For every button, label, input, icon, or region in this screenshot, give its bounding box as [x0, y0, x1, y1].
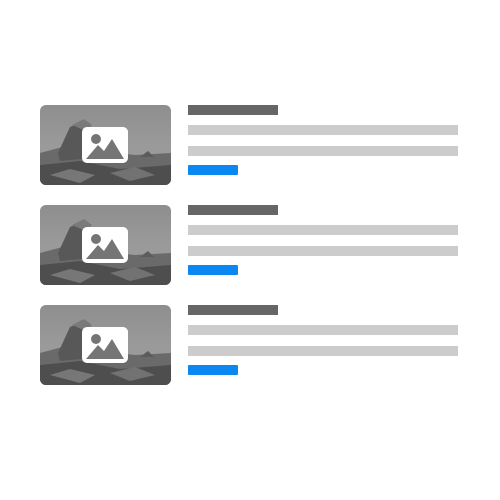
text-line-placeholder — [188, 246, 458, 256]
image-placeholder-icon — [86, 134, 124, 159]
title-placeholder — [188, 305, 278, 315]
link-button-placeholder[interactable] — [188, 165, 238, 175]
list-item[interactable] — [40, 105, 460, 185]
thumbnail-image[interactable] — [40, 205, 171, 285]
thumbnail-image[interactable] — [40, 105, 171, 185]
list-item[interactable] — [40, 305, 460, 385]
image-placeholder-badge — [82, 127, 128, 163]
image-placeholder-icon — [86, 234, 124, 259]
title-placeholder — [188, 105, 278, 115]
title-placeholder — [188, 205, 278, 215]
content-list — [0, 0, 500, 500]
link-button-placeholder[interactable] — [188, 265, 238, 275]
thumbnail-image[interactable] — [40, 305, 171, 385]
image-placeholder-badge — [82, 327, 128, 363]
text-line-placeholder — [188, 125, 458, 135]
list-item[interactable] — [40, 205, 460, 285]
text-line-placeholder — [188, 346, 458, 356]
text-line-placeholder — [188, 146, 458, 156]
text-line-placeholder — [188, 225, 458, 235]
text-line-placeholder — [188, 325, 458, 335]
image-placeholder-badge — [82, 227, 128, 263]
image-placeholder-icon — [86, 334, 124, 359]
link-button-placeholder[interactable] — [188, 365, 238, 375]
